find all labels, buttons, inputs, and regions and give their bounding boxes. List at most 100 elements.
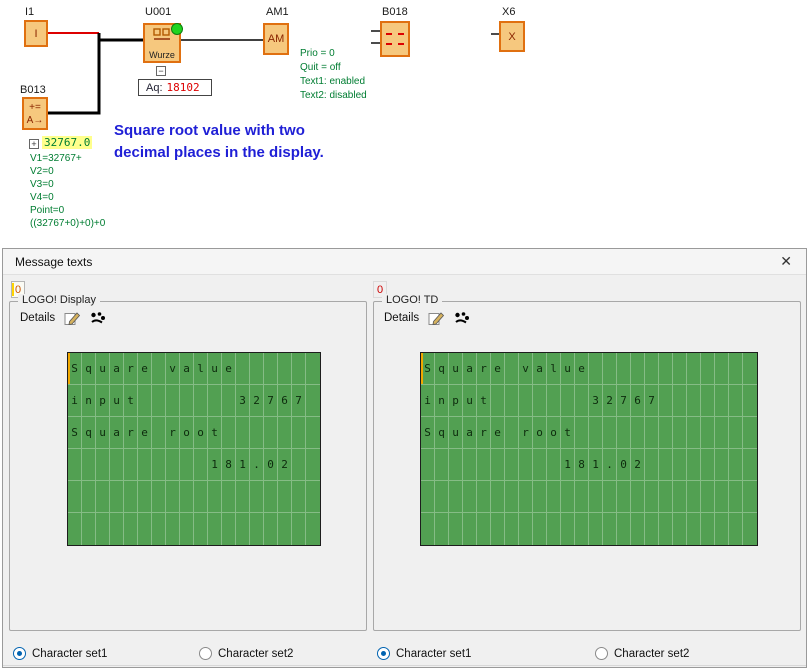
char-cell[interactable] bbox=[96, 449, 110, 481]
char-cell[interactable] bbox=[236, 353, 250, 385]
char-cell[interactable] bbox=[208, 481, 222, 513]
char-cell[interactable]: v bbox=[166, 353, 180, 385]
char-cell[interactable]: o bbox=[180, 417, 194, 449]
char-cell[interactable]: q bbox=[435, 353, 449, 385]
char-cell[interactable]: e bbox=[222, 353, 236, 385]
char-cell[interactable] bbox=[449, 449, 463, 481]
char-cell[interactable] bbox=[421, 513, 435, 545]
char-cell[interactable]: e bbox=[138, 353, 152, 385]
char-cell[interactable] bbox=[222, 385, 236, 417]
char-cell[interactable]: e bbox=[491, 417, 505, 449]
char-cell[interactable]: u bbox=[449, 417, 463, 449]
char-cell[interactable] bbox=[617, 481, 631, 513]
char-cell[interactable]: 1 bbox=[236, 449, 250, 481]
char-cell[interactable]: e bbox=[491, 353, 505, 385]
char-cell[interactable] bbox=[180, 513, 194, 545]
char-cell[interactable] bbox=[687, 417, 701, 449]
block-am1-analog[interactable]: AM bbox=[263, 23, 289, 55]
char-cell[interactable] bbox=[166, 385, 180, 417]
char-cell[interactable] bbox=[505, 385, 519, 417]
block-u001-sqrt[interactable]: Wurze bbox=[143, 23, 181, 63]
char-cell[interactable] bbox=[152, 481, 166, 513]
char-cell[interactable] bbox=[715, 385, 729, 417]
char-cell[interactable] bbox=[701, 417, 715, 449]
char-cell[interactable]: 3 bbox=[236, 385, 250, 417]
char-cell[interactable] bbox=[729, 385, 743, 417]
char-cell[interactable]: n bbox=[82, 385, 96, 417]
char-cell[interactable]: 6 bbox=[631, 385, 645, 417]
char-cell[interactable] bbox=[110, 513, 124, 545]
edit-icon[interactable] bbox=[63, 310, 81, 326]
char-cell[interactable] bbox=[645, 449, 659, 481]
char-cell[interactable] bbox=[96, 481, 110, 513]
char-cell[interactable] bbox=[435, 449, 449, 481]
char-cell[interactable] bbox=[152, 449, 166, 481]
char-cell[interactable]: u bbox=[449, 353, 463, 385]
char-cell[interactable] bbox=[292, 417, 306, 449]
char-cell[interactable] bbox=[306, 417, 320, 449]
char-cell[interactable] bbox=[250, 417, 264, 449]
char-cell[interactable] bbox=[477, 481, 491, 513]
block-b018-message[interactable] bbox=[380, 21, 410, 57]
char-cell[interactable] bbox=[110, 481, 124, 513]
char-cell[interactable]: e bbox=[138, 417, 152, 449]
char-cell[interactable]: r bbox=[477, 417, 491, 449]
char-cell[interactable] bbox=[701, 385, 715, 417]
char-cell[interactable] bbox=[421, 449, 435, 481]
char-cell[interactable]: a bbox=[463, 417, 477, 449]
char-cell[interactable] bbox=[278, 481, 292, 513]
char-cell[interactable]: 8 bbox=[222, 449, 236, 481]
char-cell[interactable] bbox=[575, 481, 589, 513]
char-cell[interactable]: 2 bbox=[278, 449, 292, 481]
char-cell[interactable] bbox=[617, 513, 631, 545]
char-cell[interactable] bbox=[687, 449, 701, 481]
char-cell[interactable]: l bbox=[547, 353, 561, 385]
char-cell[interactable]: 3 bbox=[589, 385, 603, 417]
char-cell[interactable] bbox=[715, 417, 729, 449]
char-cell[interactable] bbox=[194, 481, 208, 513]
expand-toggle[interactable]: + bbox=[29, 139, 39, 149]
char-cell[interactable] bbox=[659, 353, 673, 385]
char-cell[interactable] bbox=[194, 513, 208, 545]
char-cell[interactable] bbox=[659, 481, 673, 513]
char-cell[interactable] bbox=[306, 449, 320, 481]
char-cell[interactable] bbox=[673, 417, 687, 449]
char-cell[interactable] bbox=[701, 481, 715, 513]
char-cell[interactable] bbox=[152, 513, 166, 545]
char-cell[interactable]: 2 bbox=[250, 385, 264, 417]
char-cell[interactable]: r bbox=[124, 353, 138, 385]
char-cell[interactable]: i bbox=[421, 385, 435, 417]
char-cell[interactable]: 7 bbox=[645, 385, 659, 417]
char-cell[interactable] bbox=[659, 385, 673, 417]
char-cell[interactable] bbox=[222, 513, 236, 545]
char-cell[interactable]: a bbox=[110, 417, 124, 449]
char-cell[interactable] bbox=[533, 385, 547, 417]
char-cell[interactable]: t bbox=[561, 417, 575, 449]
char-cell[interactable] bbox=[435, 481, 449, 513]
char-cell[interactable] bbox=[250, 513, 264, 545]
char-cell[interactable]: l bbox=[194, 353, 208, 385]
char-cell[interactable] bbox=[589, 353, 603, 385]
char-cell[interactable] bbox=[491, 385, 505, 417]
char-cell[interactable] bbox=[505, 449, 519, 481]
char-cell[interactable] bbox=[306, 513, 320, 545]
char-cell[interactable] bbox=[477, 449, 491, 481]
char-cell[interactable] bbox=[194, 385, 208, 417]
char-cell[interactable] bbox=[138, 385, 152, 417]
char-cell[interactable]: o bbox=[533, 417, 547, 449]
char-cell[interactable] bbox=[463, 449, 477, 481]
char-cell[interactable] bbox=[264, 417, 278, 449]
dialog-titlebar[interactable]: Message texts ✕ bbox=[3, 249, 806, 275]
collapse-toggle[interactable]: − bbox=[156, 66, 166, 76]
radio-charset1-td[interactable]: Character set1 bbox=[377, 647, 471, 660]
char-cell[interactable] bbox=[491, 449, 505, 481]
char-cell[interactable] bbox=[96, 513, 110, 545]
char-cell[interactable]: a bbox=[463, 353, 477, 385]
char-cell[interactable] bbox=[449, 481, 463, 513]
block-x6-output[interactable]: X bbox=[499, 21, 525, 52]
char-cell[interactable] bbox=[687, 353, 701, 385]
char-cell[interactable] bbox=[715, 353, 729, 385]
char-cell[interactable] bbox=[631, 417, 645, 449]
char-cell[interactable]: q bbox=[82, 353, 96, 385]
char-cell[interactable] bbox=[631, 353, 645, 385]
